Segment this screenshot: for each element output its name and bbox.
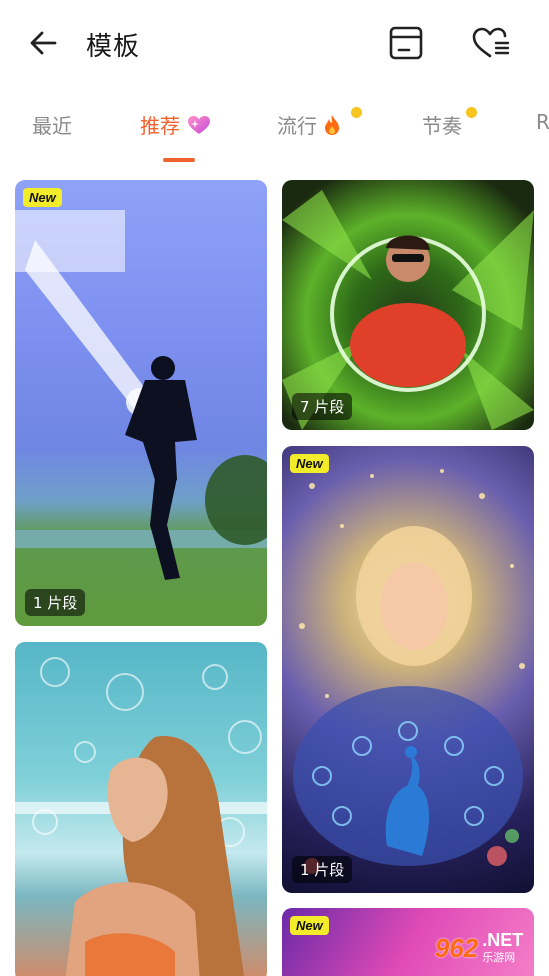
page-title: 模板 bbox=[86, 32, 141, 62]
drafts-box-icon bbox=[389, 26, 423, 60]
back-button[interactable] bbox=[24, 24, 62, 62]
fire-icon bbox=[325, 114, 339, 135]
tab-popular[interactable]: 流行 bbox=[277, 107, 362, 139]
tab-label: 流行 bbox=[277, 114, 317, 138]
new-badge: New bbox=[23, 188, 62, 207]
template-thumbnail bbox=[15, 657, 267, 976]
template-card[interactable] bbox=[15, 642, 267, 976]
template-card[interactable]: New 1 片段 bbox=[15, 180, 267, 626]
segment-count: 1 片段 bbox=[25, 589, 86, 616]
tab-recommended[interactable]: 推荐 bbox=[140, 110, 212, 139]
category-tabs: 最近 推荐 流行 节奏 R bbox=[0, 96, 549, 166]
active-tab-indicator bbox=[163, 158, 195, 162]
watermark-subtitle: 乐游网 bbox=[482, 951, 516, 964]
segment-count: 1 片段 bbox=[292, 856, 353, 883]
template-thumbnail bbox=[15, 210, 267, 580]
site-watermark: 962 .NET 乐游网 bbox=[412, 924, 546, 972]
watermark-number: 962 bbox=[434, 932, 479, 963]
tab-rhythm[interactable]: 节奏 bbox=[422, 107, 477, 139]
tab-label: 最近 bbox=[32, 114, 72, 138]
tab-label: R bbox=[536, 110, 549, 134]
template-thumbnail bbox=[293, 469, 525, 874]
sparkle-heart-icon bbox=[188, 115, 210, 134]
heart-list-icon bbox=[472, 27, 510, 58]
template-card[interactable]: 7 片段 bbox=[282, 180, 534, 430]
segment-count: 7 片段 bbox=[292, 393, 353, 420]
favorites-button[interactable] bbox=[470, 22, 510, 64]
template-card[interactable]: New 1 片段 bbox=[282, 446, 534, 893]
drafts-button[interactable] bbox=[386, 22, 426, 64]
new-badge: New bbox=[290, 916, 329, 935]
watermark-suffix: .NET bbox=[482, 930, 524, 950]
tab-recent[interactable]: 最近 bbox=[32, 110, 72, 139]
arrow-left-icon bbox=[30, 31, 57, 55]
tab-r[interactable]: R bbox=[536, 110, 549, 134]
tab-label: 推荐 bbox=[140, 114, 180, 138]
new-dot-indicator bbox=[351, 107, 362, 118]
app-header: 模板 bbox=[0, 0, 549, 88]
new-badge: New bbox=[290, 454, 329, 473]
new-dot-indicator bbox=[466, 107, 477, 118]
tab-label: 节奏 bbox=[422, 114, 462, 138]
